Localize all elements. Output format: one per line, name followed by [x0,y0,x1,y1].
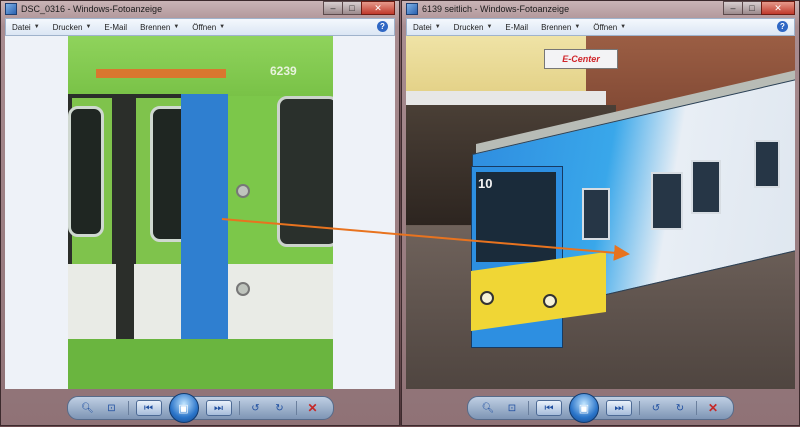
control-strip: 🔍︎ ⊡ ⏮ ▣ ⏭ ↺ ↻ ✕ [66,393,334,423]
menu-brennen[interactable]: Brennen ▼ [541,23,580,32]
window-title: 6139 seitlich - Windows-Fotoanzeige [422,4,570,14]
separator [127,401,129,415]
door-button [236,184,250,198]
route-number: 10 [478,176,493,191]
maximize-button[interactable]: □ [342,1,362,15]
headlight-right [543,294,557,308]
rotate-clockwise-icon[interactable]: ↻ [671,400,689,416]
menu-label: Brennen [541,22,572,32]
chevron-down-icon: ▼ [620,24,627,30]
photo-viewer-window-right: 6139 seitlich - Windows-Fotoanzeige – □ … [401,0,800,426]
image-viewer-area: 6239 [5,36,395,389]
menu-label: Datei [12,22,31,32]
delete-icon[interactable]: ✕ [304,400,322,416]
help-icon[interactable]: ? [777,21,788,32]
close-button[interactable]: ✕ [761,1,795,15]
tram-side-window [582,188,610,240]
photo-viewer-window-left: DSC_0316 - Windows-Fotoanzeige – □ ✕ Dat… [0,0,400,426]
slideshow-icon[interactable]: ▣ [569,393,599,423]
door-handle [236,282,250,296]
menu-label: E-Mail [104,22,128,32]
menu-label: E-Mail [505,22,529,32]
tram-bottom-section [68,339,333,389]
separator [238,401,240,415]
minimize-button[interactable]: – [323,1,343,15]
menu-label: Datei [413,22,432,32]
chevron-down-icon: ▼ [173,24,180,30]
side-window [277,96,333,247]
menu-email[interactable]: E-Mail [505,23,528,32]
next-icon[interactable]: ⏭ [205,400,232,416]
separator [639,401,640,415]
menu-drucken[interactable]: Drucken ▼ [53,23,92,32]
menu-datei[interactable]: Datei ▼ [12,23,40,32]
chevron-down-icon: ▼ [85,24,92,30]
photo-viewer-app-icon [5,3,17,15]
window-title: DSC_0316 - Windows-Fotoanzeige [21,4,163,14]
chevron-down-icon: ▼ [219,24,226,30]
headlight-left [480,291,494,305]
tram-side-window [691,160,721,214]
separator [696,401,697,415]
menu-label: Öffnen [593,22,618,32]
car-number-label: 6239 [270,64,297,78]
zoom-icon[interactable]: 🔍︎ [79,400,97,416]
menu-label: Drucken [52,22,83,32]
command-bar: Datei ▼ Drucken ▼ E-Mail Brennen ▼ Öffnen ▼ … [5,18,395,36]
menu-label: Öffnen [192,22,217,32]
close-button[interactable]: ✕ [361,1,395,15]
playback-controls: 🔍︎ ⊡ ⏮ ▣ ⏭ ↺ ↻ ✕ [406,389,795,427]
previous-icon[interactable]: ⏮ [536,400,562,416]
rotate-clockwise-icon[interactable]: ↻ [271,400,289,416]
image-viewer-area: E-Center 10 [406,36,795,389]
delete-icon[interactable]: ✕ [704,400,722,416]
fit-to-window-icon[interactable]: ⊡ [503,400,521,416]
tram-side-window [754,140,780,188]
command-bar: Datei ▼ Drucken ▼ E-Mail Brennen ▼ Öffnen ▼ … [406,18,795,36]
separator [295,401,297,415]
tram-door-photo: 6239 [68,36,333,389]
blue-lower-accent [181,264,228,339]
shop-sign: E-Center [544,49,618,69]
orange-stripe [96,69,226,78]
chevron-down-icon: ▼ [486,24,493,30]
fit-to-window-icon[interactable]: ⊡ [103,400,121,416]
zoom-icon[interactable]: 🔍︎ [479,400,497,416]
maximize-button[interactable]: □ [742,1,762,15]
tram-side-photo: E-Center 10 [406,36,795,389]
menu-datei[interactable]: Datei ▼ [413,23,441,32]
menu-oeffnen[interactable]: Öffnen ▼ [192,23,225,32]
title-bar[interactable]: 6139 seitlich - Windows-Fotoanzeige – □ … [402,1,799,17]
menu-label: Drucken [453,22,484,32]
separator [528,401,529,415]
control-strip: 🔍︎ ⊡ ⏮ ▣ ⏭ ↺ ↻ ✕ [467,393,734,423]
menu-email[interactable]: E-Mail [104,23,127,32]
rotate-counterclockwise-icon[interactable]: ↺ [647,400,665,416]
menu-drucken[interactable]: Drucken ▼ [454,23,493,32]
door-gap [116,264,134,339]
chevron-down-icon: ▼ [434,24,441,30]
photo-viewer-app-icon [406,3,418,15]
previous-icon[interactable]: ⏮ [135,400,162,416]
menu-oeffnen[interactable]: Öffnen ▼ [593,23,626,32]
minimize-button[interactable]: – [723,1,743,15]
menu-label: Brennen [140,22,171,32]
chevron-down-icon: ▼ [33,24,40,30]
menu-brennen[interactable]: Brennen ▼ [140,23,179,32]
playback-controls: 🔍︎ ⊡ ⏮ ▣ ⏭ ↺ ↻ ✕ [5,389,395,427]
title-bar[interactable]: DSC_0316 - Windows-Fotoanzeige – □ ✕ [1,1,399,17]
door-window-left [68,106,104,237]
rotate-counterclockwise-icon[interactable]: ↺ [247,400,265,416]
next-icon[interactable]: ⏭ [606,400,632,416]
shop-awning [406,91,606,105]
tram-side-window [651,172,683,230]
help-icon[interactable]: ? [377,21,388,32]
slideshow-icon[interactable]: ▣ [168,393,199,423]
chevron-down-icon: ▼ [574,24,581,30]
